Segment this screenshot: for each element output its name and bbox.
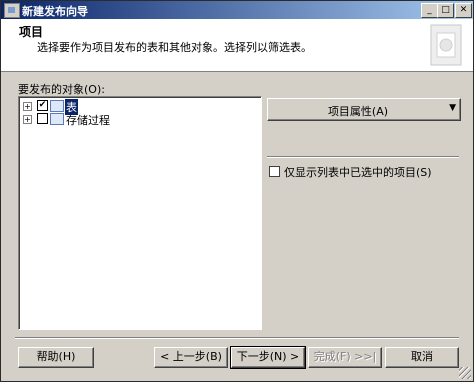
expand-icon[interactable]: +: [23, 115, 32, 124]
tree-node-tables[interactable]: + ✔ 表: [23, 99, 253, 115]
tables-checkbox[interactable]: ✔: [37, 100, 48, 111]
back-button[interactable]: < 上一步(B): [154, 347, 228, 368]
minimize-button[interactable]: _: [421, 3, 438, 18]
wizard-graphic-icon: [430, 24, 462, 66]
page-description: 选择要作为项目发布的表和其他对象。选择列以筛选表。: [37, 41, 312, 54]
maximize-button[interactable]: □: [437, 3, 454, 18]
dropdown-arrow-icon: ▼: [449, 103, 456, 113]
window-icon[interactable]: [4, 3, 20, 18]
finish-button[interactable]: 完成(F) >>|: [308, 347, 382, 368]
article-properties-button[interactable]: 项目属性(A) ▼: [267, 98, 461, 121]
window-title: 新建发布向导: [22, 5, 88, 18]
show-only-checked-label: 仅显示列表中已选中的项目(S): [284, 166, 432, 179]
tree-node-stored-procedures[interactable]: + 存储过程: [23, 113, 253, 127]
cancel-button[interactable]: 取消: [385, 347, 459, 368]
table-folder-icon: [50, 100, 64, 112]
footer-divider: [15, 337, 459, 339]
title-bar[interactable]: 新建发布向导 _ □ ✕: [1, 1, 473, 19]
resize-grip-icon[interactable]: [459, 367, 471, 379]
divider: [267, 156, 459, 158]
new-publication-wizard-window: 新建发布向导 _ □ ✕ 项目 选择要作为项目发布的表和其他对象。选择列以筛选表…: [0, 0, 474, 382]
next-button[interactable]: 下一步(N) >: [230, 346, 306, 369]
objects-tree[interactable]: + ✔ 表 + 存储过程: [18, 96, 262, 330]
article-properties-label: 项目属性(A): [327, 105, 389, 118]
page-title: 项目: [19, 25, 44, 39]
show-only-checked-checkbox[interactable]: [269, 166, 280, 177]
wizard-header: 项目 选择要作为项目发布的表和其他对象。选择列以筛选表。: [1, 19, 473, 72]
help-button[interactable]: 帮助(H): [18, 347, 94, 368]
expand-icon[interactable]: +: [23, 102, 32, 111]
objects-to-publish-label: 要发布的对象(O):: [18, 83, 105, 96]
close-button[interactable]: ✕: [455, 3, 472, 18]
stored-procedure-folder-icon: [50, 113, 64, 125]
stored-procedures-checkbox[interactable]: [37, 113, 48, 124]
tree-node-label: 存储过程: [66, 114, 110, 127]
